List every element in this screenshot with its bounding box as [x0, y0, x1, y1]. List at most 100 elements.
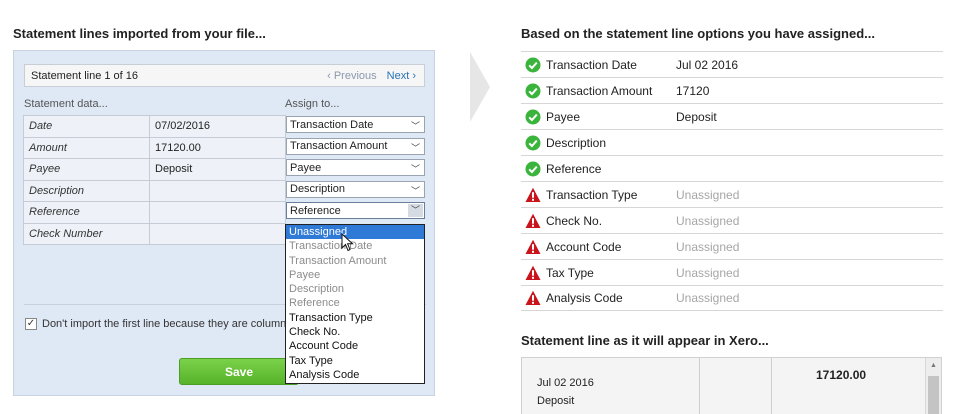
- left-heading: Statement lines imported from your file.…: [13, 26, 266, 41]
- statement-data-label: Statement data...: [24, 98, 108, 110]
- preview-date: Jul 02 2016: [537, 377, 594, 389]
- summary-row: Check No. Unassigned: [521, 207, 943, 233]
- field-name: Check Number: [23, 222, 150, 245]
- preview-scrollbar[interactable]: ▲: [925, 358, 941, 414]
- select-value: Reference: [290, 204, 341, 217]
- assign-to-label: Assign to...: [285, 98, 340, 110]
- chevron-down-icon: ﹀: [410, 164, 420, 174]
- warning-icon: [525, 187, 541, 203]
- table-row: Description: [23, 179, 286, 202]
- statement-line-title: Statement line 1 of 16: [31, 69, 139, 82]
- warning-icon: [525, 239, 541, 255]
- preview-heading: Statement line as it will appear in Xero…: [521, 333, 769, 348]
- check-circle-icon: [525, 57, 541, 73]
- dropdown-option[interactable]: Tax Type: [286, 354, 424, 368]
- summary-value: Unassigned: [676, 213, 740, 228]
- statement-preview: Jul 02 2016 Deposit 17120.00 ▲: [521, 357, 942, 414]
- summary-value: Unassigned: [676, 239, 740, 254]
- warning-icon: [525, 213, 541, 229]
- preview-payee: Deposit: [537, 395, 575, 407]
- assign-dropdown-list[interactable]: Unassigned Transaction Date Transaction …: [285, 224, 425, 384]
- summary-label: Description: [546, 135, 607, 150]
- chevron-down-icon: ﹀: [410, 142, 420, 153]
- field-name: Date: [23, 115, 150, 138]
- summary-value: Unassigned: [676, 187, 740, 202]
- dropdown-option[interactable]: Description: [286, 282, 424, 296]
- field-name: Amount: [23, 136, 150, 159]
- dropdown-option[interactable]: Transaction Date: [286, 239, 424, 253]
- summary-label: Account Code: [546, 239, 622, 254]
- select-value: Transaction Date: [290, 118, 374, 131]
- dropdown-option[interactable]: Transaction Type: [286, 311, 424, 325]
- table-row: Check Number: [23, 222, 286, 245]
- summary-value: 17120: [676, 83, 710, 98]
- assign-select-payee[interactable]: Payee ﹀: [286, 159, 425, 176]
- summary-label: Reference: [546, 161, 602, 176]
- summary-value: Deposit: [676, 109, 717, 124]
- save-button[interactable]: Save: [179, 358, 299, 385]
- field-value: Deposit: [149, 158, 286, 181]
- summary-label: Tax Type: [546, 265, 594, 280]
- summary-row: Transaction Date Jul 02 2016: [521, 51, 943, 77]
- select-value: Payee: [290, 161, 322, 174]
- chevron-down-icon: ﹀: [408, 204, 423, 217]
- check-circle-icon: [525, 83, 541, 99]
- summary-value: Unassigned: [676, 291, 740, 305]
- assign-column: Transaction Date ﹀ Transaction Amount ﹀ Pa…: [286, 116, 425, 224]
- dropdown-option[interactable]: Analysis Code: [286, 368, 424, 382]
- summary-row: Description: [521, 129, 943, 155]
- table-row: Payee Deposit: [23, 158, 286, 181]
- preview-amount: 17120.00: [816, 368, 867, 382]
- summary-row: Transaction Type Unassigned: [521, 181, 943, 207]
- assign-select-description[interactable]: Description ﹀: [286, 180, 425, 198]
- dropdown-option[interactable]: Check No.: [286, 325, 424, 339]
- field-name: Description: [23, 179, 150, 202]
- summary-row: Account Code Unassigned: [521, 233, 943, 259]
- warning-icon: [525, 290, 541, 306]
- field-name: Payee: [23, 158, 150, 181]
- check-circle-icon: [525, 161, 541, 177]
- scroll-up-icon[interactable]: ▲: [930, 362, 937, 369]
- right-heading: Based on the statement line options you …: [521, 26, 875, 41]
- previous-link[interactable]: ‹ Previous: [327, 70, 377, 82]
- summary-label: Transaction Type: [546, 187, 638, 202]
- chevron-down-icon: ﹀: [410, 121, 420, 131]
- skip-first-line-checkbox[interactable]: ✓: [25, 318, 37, 330]
- summary-label: Transaction Amount: [546, 83, 653, 98]
- summary-row: Payee Deposit: [521, 103, 943, 129]
- summary-label: Check No.: [546, 213, 603, 228]
- summary-row: Reference: [521, 155, 943, 181]
- dropdown-option[interactable]: Payee: [286, 268, 424, 282]
- check-circle-icon: [525, 109, 541, 125]
- scrollbar-thumb[interactable]: [928, 376, 939, 414]
- summary-row: Analysis Code Unassigned: [521, 285, 943, 311]
- statement-data-table: Date 07/02/2016 Amount 17120.00 Payee Depos…: [23, 115, 286, 245]
- assign-select-amount[interactable]: Transaction Amount ﹀: [286, 137, 425, 155]
- field-value: 07/02/2016: [149, 115, 286, 138]
- dropdown-option[interactable]: Transaction Amount: [286, 254, 424, 268]
- preview-cell-empty: [700, 358, 772, 414]
- arrow-right-icon: [470, 52, 490, 122]
- check-circle-icon: [525, 135, 541, 151]
- skip-first-line-option[interactable]: ✓ Don't import the first line because th…: [25, 318, 325, 330]
- warning-icon: [525, 265, 541, 281]
- select-value: Description: [290, 183, 346, 195]
- assign-select-date[interactable]: Transaction Date ﹀: [286, 116, 425, 133]
- table-row: Date 07/02/2016: [23, 115, 286, 138]
- chevron-down-icon: ﹀: [410, 185, 420, 196]
- dropdown-option[interactable]: Unassigned: [286, 225, 424, 240]
- dropdown-option[interactable]: Reference: [286, 296, 424, 310]
- assign-select-reference[interactable]: Reference ﹀: [286, 202, 425, 219]
- statement-line-header: Statement line 1 of 16 ‹ Previous Next ›: [24, 64, 425, 87]
- table-row: Reference: [23, 201, 286, 224]
- summary-label: Payee: [546, 109, 581, 124]
- dropdown-option[interactable]: Account Code: [286, 339, 424, 353]
- field-name: Reference: [23, 201, 150, 224]
- next-link[interactable]: Next ›: [387, 70, 416, 82]
- summary-value: Jul 02 2016: [676, 57, 739, 72]
- mouse-cursor-icon: [341, 233, 354, 252]
- field-value: [149, 222, 286, 245]
- preview-cell-details: Jul 02 2016 Deposit: [522, 358, 700, 414]
- field-value: [149, 179, 286, 202]
- field-value: [149, 201, 286, 224]
